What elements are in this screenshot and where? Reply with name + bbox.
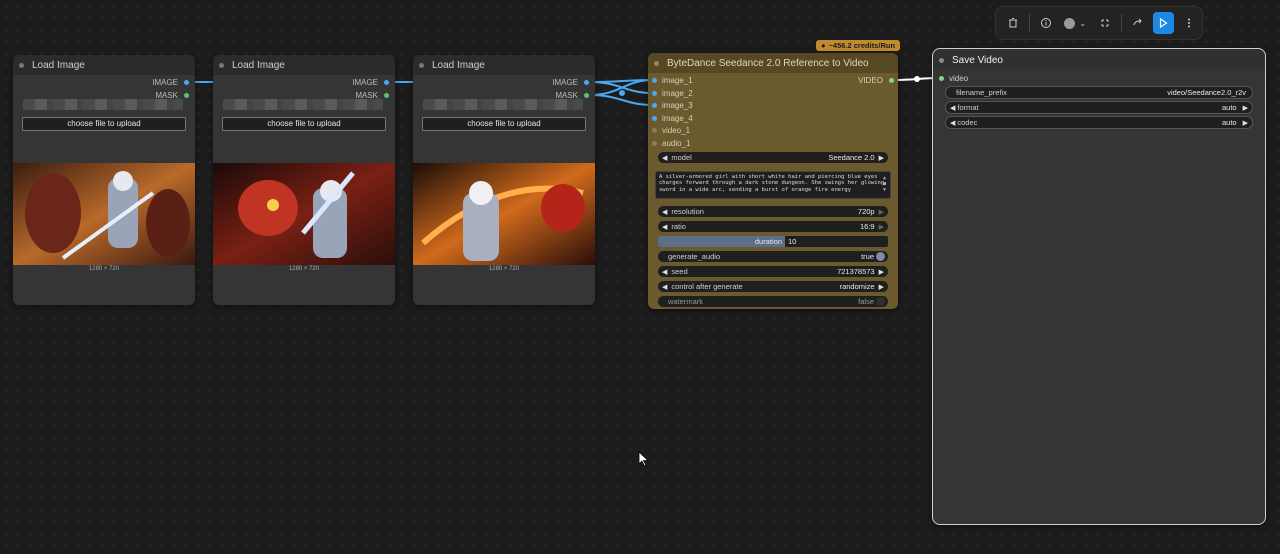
separator — [1120, 14, 1122, 32]
node-title[interactable]: Save Video — [933, 49, 1265, 71]
output-video[interactable]: VIDEO — [858, 76, 894, 85]
upload-button[interactable]: choose file to upload — [222, 117, 386, 131]
image-preview — [213, 163, 395, 265]
arrow-right-icon[interactable]: ▶ — [879, 283, 888, 291]
node-title[interactable]: Load Image — [413, 55, 595, 75]
input-video-1[interactable]: video_1 — [652, 126, 690, 135]
watermark-toggle[interactable]: watermark false — [658, 296, 888, 307]
info-icon[interactable] — [1035, 12, 1057, 34]
image-filename-combo[interactable] — [223, 99, 383, 110]
node-title-label: Save Video — [952, 54, 1003, 66]
output-image[interactable]: IMAGE — [152, 78, 189, 87]
image-dimensions: 1280 × 720 — [88, 266, 120, 272]
filename-prefix-input[interactable]: filename_prefix video/Seedance2.0_r2v — [945, 86, 1253, 99]
trash-icon[interactable] — [1002, 12, 1024, 34]
toggle-off-icon[interactable] — [876, 297, 885, 306]
seedance-node[interactable]: ByteDance Seedance 2.0 Reference to Vide… — [648, 53, 898, 309]
arrow-left-icon[interactable]: ◀ — [658, 223, 667, 231]
arrow-left-icon[interactable]: ◀ — [658, 154, 667, 162]
image-dimensions: 1280 × 720 — [288, 266, 320, 272]
arrow-left-icon[interactable]: ◀ — [946, 119, 955, 127]
input-image-1[interactable]: image_1 — [652, 76, 693, 85]
arrow-right-icon[interactable]: ▶ — [879, 154, 888, 162]
arrow-left-icon[interactable]: ◀ — [946, 104, 955, 112]
separator — [1028, 14, 1030, 32]
arrow-right-icon[interactable]: ▶ — [879, 268, 888, 276]
upload-button[interactable]: choose file to upload — [22, 117, 186, 131]
model-combo[interactable]: ◀ model Seedance 2.0 ▶ — [658, 152, 888, 163]
node-title-label: Load Image — [432, 59, 485, 71]
credits-label: ~456.2 credits/Run — [828, 41, 896, 50]
arrow-right-icon[interactable]: ▶ — [879, 208, 888, 216]
output-image[interactable]: IMAGE — [552, 78, 589, 87]
image-preview — [413, 163, 595, 265]
ratio-combo[interactable]: ◀ ratio 16:9 ▶ — [658, 221, 888, 232]
output-image[interactable]: IMAGE — [352, 78, 389, 87]
load-image-node-2[interactable]: Load Image IMAGE MASK choose file to upl… — [213, 55, 395, 305]
node-title[interactable]: ByteDance Seedance 2.0 Reference to Vide… — [648, 53, 898, 73]
duration-value: 10 — [788, 237, 797, 246]
chevron-down-icon: ⌄ — [1079, 18, 1087, 28]
duration-label: duration — [754, 237, 782, 246]
input-image-4[interactable]: image_4 — [652, 114, 693, 123]
resolution-combo[interactable]: ◀ resolution 720p ▶ — [658, 206, 888, 217]
selection-toolbar: ⌄ — [995, 6, 1203, 40]
arrow-right-icon[interactable]: ▶ — [1243, 119, 1252, 127]
image-filename-combo[interactable] — [423, 99, 583, 110]
image-filename-combo[interactable] — [23, 99, 183, 110]
duration-slider[interactable]: duration 10 — [658, 236, 888, 247]
color-picker-icon[interactable]: ⌄ — [1060, 12, 1090, 34]
input-image-3[interactable]: image_3 — [652, 101, 693, 110]
redo-icon[interactable] — [1127, 12, 1149, 34]
more-icon[interactable] — [1178, 12, 1200, 34]
upload-button[interactable]: choose file to upload — [422, 117, 586, 131]
node-title-label: Load Image — [32, 59, 85, 71]
load-image-node-3[interactable]: Load Image IMAGE MASK choose file to upl… — [413, 55, 595, 305]
codec-combo[interactable]: ◀ codec auto ▶ — [945, 116, 1253, 129]
input-image-2[interactable]: image_2 — [652, 89, 693, 98]
generate-audio-toggle[interactable]: generate_audio true — [658, 251, 888, 262]
scroll-arrows-icon[interactable]: ▲ ■ ▼ — [883, 175, 888, 193]
mouse-cursor-icon — [638, 451, 650, 467]
control-after-generate-combo[interactable]: ◀ control after generate randomize ▶ — [658, 281, 888, 292]
arrow-right-icon[interactable]: ▶ — [1243, 104, 1252, 112]
run-icon[interactable] — [1152, 12, 1175, 34]
image-preview — [13, 163, 195, 265]
coin-icon: ● — [821, 41, 826, 50]
save-video-node[interactable]: Save Video video filename_prefix video/S… — [932, 48, 1266, 525]
format-combo[interactable]: ◀ format auto ▶ — [945, 101, 1253, 114]
toggle-on-icon[interactable] — [876, 252, 885, 261]
prompt-textarea[interactable]: A silver-armored girl with short white h… — [655, 171, 891, 199]
image-dimensions: 1280 × 720 — [488, 266, 520, 272]
node-title[interactable]: Load Image — [13, 55, 195, 75]
arrow-left-icon[interactable]: ◀ — [658, 283, 667, 291]
arrow-right-icon[interactable]: ▶ — [879, 223, 888, 231]
link-mask-to-image3 — [589, 94, 654, 106]
node-title[interactable]: Load Image — [213, 55, 395, 75]
input-video[interactable]: video — [939, 74, 968, 83]
node-title-label: Load Image — [232, 59, 285, 71]
node-title-label: ByteDance Seedance 2.0 Reference to Vide… — [667, 57, 869, 69]
seed-input[interactable]: ◀ seed 721378573 ▶ — [658, 266, 888, 277]
credits-badge: ● ~456.2 credits/Run — [816, 40, 901, 51]
arrow-left-icon[interactable]: ◀ — [658, 268, 667, 276]
fit-view-icon[interactable] — [1094, 12, 1116, 34]
input-audio-1[interactable]: audio_1 — [652, 139, 690, 148]
load-image-node-1[interactable]: Load Image IMAGE MASK choose file to upl… — [13, 55, 195, 305]
arrow-left-icon[interactable]: ◀ — [658, 208, 667, 216]
